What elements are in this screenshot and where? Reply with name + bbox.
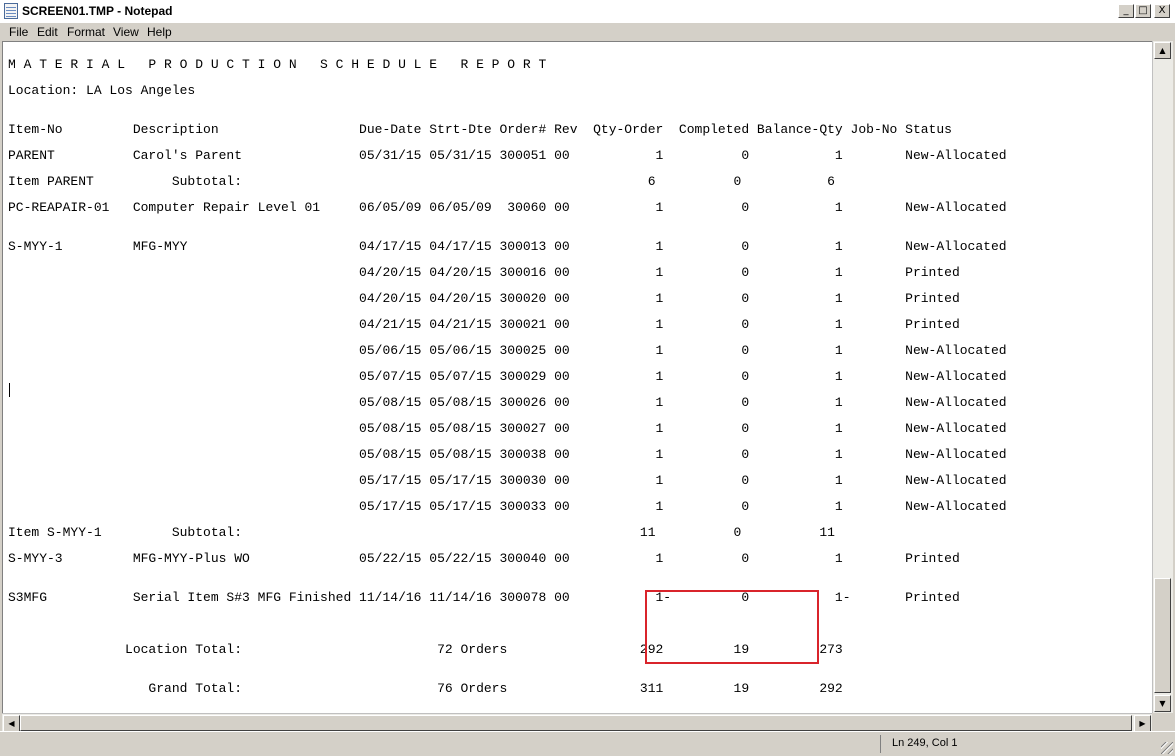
menu-bar: File Edit Format View Help [0,23,1175,41]
report-line: 05/08/15 05/08/15 300027 00 1 0 1 New-Al… [8,421,1007,436]
cursor-position: Ln 249, Col 1 [892,737,958,749]
report-line: 04/20/15 04/20/15 300016 00 1 0 1 Printe… [8,265,960,280]
vertical-scrollbar[interactable]: ▲ ▼ [1152,41,1173,713]
report-line: 04/21/15 04/21/15 300021 00 1 0 1 Printe… [8,317,960,332]
text-caret [9,383,10,397]
report-header: Item-No Description Due-Date Strt-Dte Or… [8,122,952,137]
vertical-scroll-thumb[interactable] [1154,578,1171,693]
report-title: M A T E R I A L P R O D U C T I O N S C … [8,57,547,72]
subtotal-line: Item PARENT Subtotal: 6 0 6 [8,174,835,189]
report-line: PC-REAPAIR-01 Computer Repair Level 01 0… [8,200,1007,215]
scrollbar-corner [1152,713,1172,731]
report-line: S-MYY-1 MFG-MYY 04/17/15 04/17/15 300013… [8,239,1007,254]
minimize-button[interactable]: _ [1118,4,1134,18]
report-line: 05/08/15 05/08/15 300026 00 1 0 1 New-Al… [8,395,1007,410]
report-line: 05/17/15 05/17/15 300033 00 1 0 1 New-Al… [8,499,1007,514]
scroll-left-icon[interactable]: ◀ [3,715,20,732]
report-line: PARENT Carol's Parent 05/31/15 05/31/15 … [8,148,1007,163]
scroll-up-icon[interactable]: ▲ [1154,42,1171,59]
window-title: SCREEN01.TMP - Notepad [22,4,173,18]
notepad-window: SCREEN01.TMP - Notepad _ □ X File Edit F… [0,0,1175,756]
report-line: 05/08/15 05/08/15 300038 00 1 0 1 New-Al… [8,447,1007,462]
report-location: Location: LA Los Angeles [8,83,196,98]
report-line: S-MYY-3 MFG-MYY-Plus WO 05/22/15 05/22/1… [8,551,960,566]
report-line: 05/17/15 05/17/15 300030 00 1 0 1 New-Al… [8,473,1007,488]
menu-help[interactable]: Help [147,25,172,39]
scroll-right-icon[interactable]: ▶ [1134,715,1151,732]
grand-total-line: Grand Total: 76 Orders 311 19 292 [8,681,843,696]
text-editor[interactable]: M A T E R I A L P R O D U C T I O N S C … [2,41,1153,714]
horizontal-scrollbar[interactable]: ◀ ▶ [2,713,1152,732]
title-bar[interactable]: SCREEN01.TMP - Notepad _ □ X [0,0,1175,24]
horizontal-scroll-thumb[interactable] [20,715,1132,731]
report-line: 05/06/15 05/06/15 300025 00 1 0 1 New-Al… [8,343,1007,358]
menu-file[interactable]: File [9,25,28,39]
status-bar: Ln 249, Col 1 [0,731,1175,756]
menu-format[interactable]: Format [67,25,105,39]
totals-highlight-box [645,590,819,664]
close-button[interactable]: X [1154,4,1170,18]
report-line: 04/20/15 04/20/15 300020 00 1 0 1 Printe… [8,291,960,306]
notepad-icon[interactable] [4,3,18,19]
status-separator [880,735,881,753]
scroll-down-icon[interactable]: ▼ [1154,695,1171,712]
resize-grip-icon[interactable] [1161,742,1173,754]
menu-edit[interactable]: Edit [37,25,58,39]
maximize-button[interactable]: □ [1135,4,1151,18]
report-line: 05/07/15 05/07/15 300029 00 1 0 1 New-Al… [8,369,1007,384]
menu-view[interactable]: View [113,25,139,39]
subtotal-line: Item S-MYY-1 Subtotal: 11 0 11 [8,525,835,540]
